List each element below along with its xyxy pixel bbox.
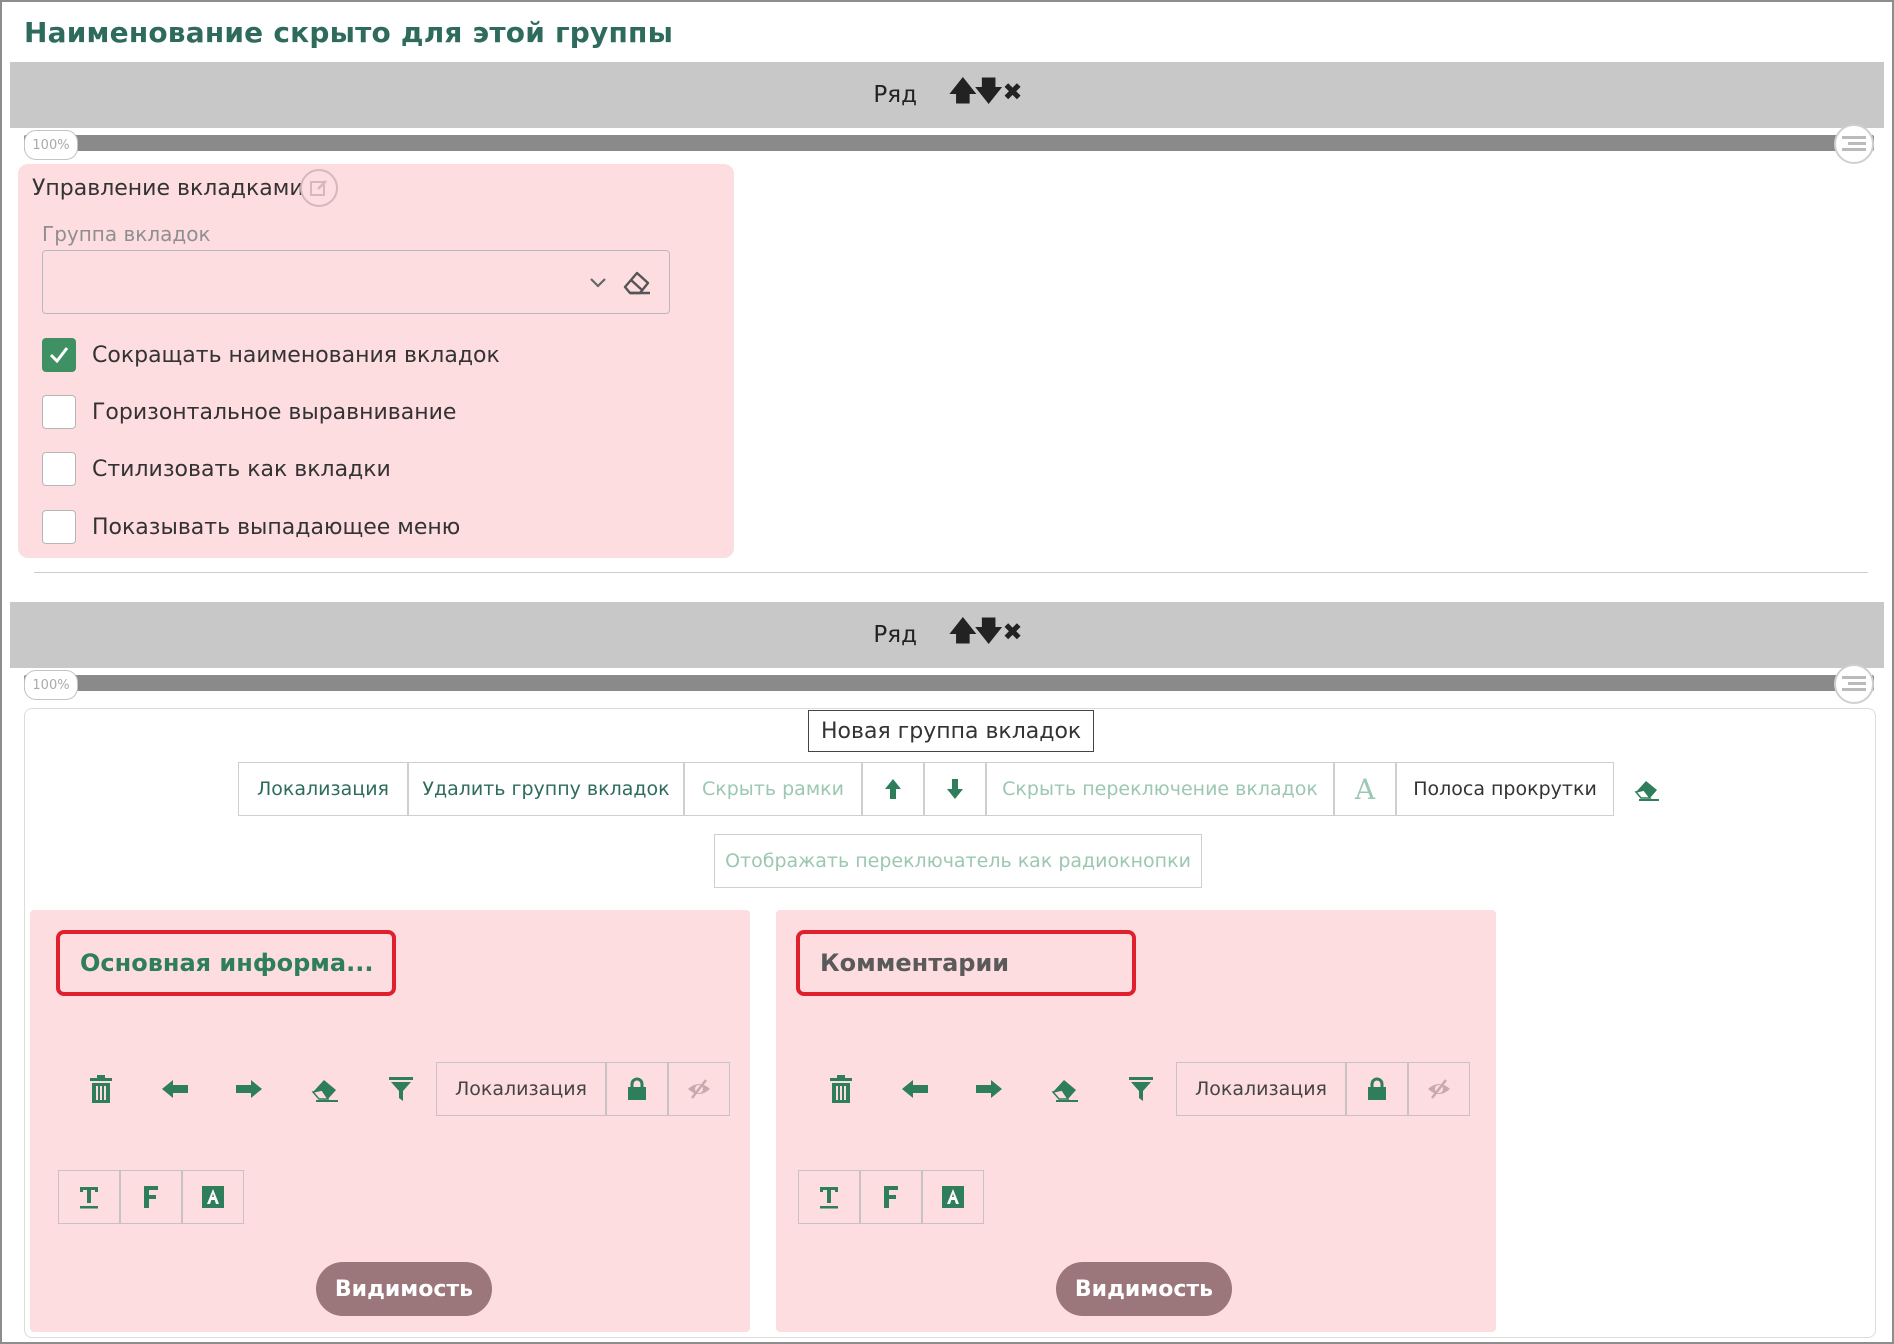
row-header-1: Ряд 🡅🡇✖ xyxy=(10,62,1884,128)
row-label: Ряд xyxy=(873,82,917,108)
option-horizontal-align[interactable]: Горизонтальное выравнивание xyxy=(42,395,456,429)
eraser-icon[interactable] xyxy=(1040,1064,1090,1114)
panel-title: Управление вкладками xyxy=(32,176,304,201)
localization-button[interactable]: Локализация xyxy=(1176,1062,1346,1116)
trash-icon[interactable] xyxy=(816,1064,866,1114)
chevron-down-icon[interactable] xyxy=(587,271,609,293)
move-up-button[interactable] xyxy=(862,762,924,816)
close-icon[interactable]: ✖ xyxy=(1003,618,1023,646)
eye-slash-icon xyxy=(688,1079,710,1099)
font-f-icon xyxy=(884,1186,898,1208)
filter-icon[interactable] xyxy=(1116,1064,1166,1114)
eraser-icon[interactable] xyxy=(1622,764,1672,814)
option-label: Показывать выпадающее меню xyxy=(92,514,461,540)
hide-button[interactable] xyxy=(668,1062,730,1116)
eraser-icon[interactable] xyxy=(619,265,653,299)
text-format-button[interactable] xyxy=(58,1170,120,1224)
text-color-icon xyxy=(942,1186,964,1208)
font-format-button[interactable] xyxy=(860,1170,922,1224)
delete-tab-group-button[interactable]: Удалить группу вкладок xyxy=(408,762,684,816)
edit-icon[interactable] xyxy=(300,169,338,207)
tab-group-select[interactable] xyxy=(42,250,670,314)
arrow-right-icon[interactable] xyxy=(224,1064,274,1114)
tab-name-text: Основная информа... xyxy=(80,949,374,977)
arrow-down-icon[interactable]: 🡇 xyxy=(975,612,1003,658)
checkbox-checked[interactable] xyxy=(42,338,76,372)
lock-icon xyxy=(1368,1077,1386,1100)
font-button[interactable]: A xyxy=(1334,762,1396,816)
option-style-as-tabs[interactable]: Стилизовать как вкладки xyxy=(42,452,391,486)
row-settings-icon[interactable] xyxy=(1834,664,1874,704)
eye-slash-icon xyxy=(1428,1079,1450,1099)
row-settings-icon[interactable] xyxy=(1834,124,1874,164)
move-down-button[interactable] xyxy=(924,762,986,816)
row-width-slider[interactable] xyxy=(24,675,1874,691)
option-label: Стилизовать как вкладки xyxy=(92,456,391,482)
tab-name-text: Комментарии xyxy=(820,949,1010,977)
arrow-left-icon[interactable] xyxy=(150,1064,200,1114)
group-title: Наименование скрыто для этой группы xyxy=(24,16,674,49)
row-header-2: Ряд 🡅🡇✖ xyxy=(10,602,1884,668)
eraser-icon[interactable] xyxy=(300,1064,350,1114)
radio-switch-button[interactable]: Отображать переключатель как радиокнопки xyxy=(714,834,1202,888)
arrow-up-icon[interactable]: 🡅 xyxy=(949,72,977,118)
font-format-button[interactable] xyxy=(120,1170,182,1224)
option-label: Горизонтальное выравнивание xyxy=(92,399,457,425)
row-width-label: 100% xyxy=(24,130,78,160)
row-width-label: 100% xyxy=(24,670,78,700)
arrow-right-icon[interactable] xyxy=(964,1064,1014,1114)
visibility-button[interactable]: Видимость xyxy=(1056,1262,1232,1316)
filter-icon[interactable] xyxy=(376,1064,426,1114)
tab-name[interactable]: Основная информа... xyxy=(56,930,396,996)
row-divider xyxy=(34,572,1868,573)
text-color-button[interactable] xyxy=(922,1170,984,1224)
hide-button[interactable] xyxy=(1408,1062,1470,1116)
tab-group-label: Группа вкладок xyxy=(42,222,211,246)
option-shorten-names[interactable]: Сокращать наименования вкладок xyxy=(42,338,500,372)
tab-management-panel: Управление вкладками Группа вкладок Сокр… xyxy=(18,164,734,558)
font-f-icon xyxy=(144,1186,158,1208)
text-color-icon xyxy=(202,1186,224,1208)
option-show-dropdown[interactable]: Показывать выпадающее меню xyxy=(42,510,460,544)
lock-button[interactable] xyxy=(1346,1062,1408,1116)
checkbox[interactable] xyxy=(42,395,76,429)
localization-button[interactable]: Локализация xyxy=(436,1062,606,1116)
localization-button[interactable]: Локализация xyxy=(238,762,408,816)
text-format-button[interactable] xyxy=(798,1170,860,1224)
close-icon[interactable]: ✖ xyxy=(1003,78,1023,106)
checkbox[interactable] xyxy=(42,452,76,486)
tab-card: Основная информа... Локализация Видимост… xyxy=(30,910,750,1332)
text-color-button[interactable] xyxy=(182,1170,244,1224)
arrow-up-icon[interactable]: 🡅 xyxy=(949,612,977,658)
tab-name[interactable]: Комментарии xyxy=(796,930,1136,996)
lock-button[interactable] xyxy=(606,1062,668,1116)
scrollbar-button[interactable]: Полоса прокрутки xyxy=(1396,762,1614,816)
trash-icon[interactable] xyxy=(76,1064,126,1114)
visibility-button[interactable]: Видимость xyxy=(316,1262,492,1316)
row-label: Ряд xyxy=(873,622,917,648)
arrow-down-icon[interactable]: 🡇 xyxy=(975,72,1003,118)
option-label: Сокращать наименования вкладок xyxy=(92,342,500,368)
row-width-slider[interactable] xyxy=(24,135,1874,151)
tab-card: Комментарии Локализация Видимость xyxy=(776,910,1496,1332)
text-underline-icon xyxy=(820,1187,838,1209)
arrow-left-icon[interactable] xyxy=(890,1064,940,1114)
arrow-up-icon xyxy=(885,779,901,799)
lock-icon xyxy=(628,1077,646,1100)
arrow-down-icon xyxy=(947,779,963,799)
tab-group-title[interactable]: Новая группа вкладок xyxy=(808,710,1095,752)
checkbox[interactable] xyxy=(42,510,76,544)
text-underline-icon xyxy=(80,1187,98,1209)
hide-tab-switch-button[interactable]: Скрыть переключение вкладок xyxy=(986,762,1334,816)
hide-borders-button[interactable]: Скрыть рамки xyxy=(684,762,862,816)
